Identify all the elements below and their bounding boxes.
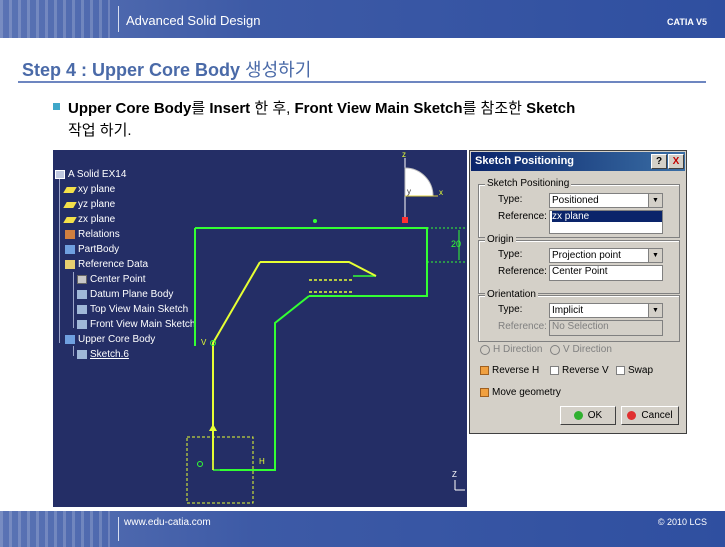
- ok-icon: [573, 411, 583, 420]
- constraint-marker: [197, 461, 203, 467]
- instruction-text: Upper Core Body를 Insert 한 후, Front View …: [68, 98, 708, 142]
- help-button[interactable]: ?: [651, 154, 667, 169]
- origin-reference-field[interactable]: Center Point: [549, 265, 663, 281]
- radio-icon: [550, 344, 560, 355]
- cancel-icon: [627, 411, 637, 420]
- sketch-geometry: [186, 158, 465, 504]
- orientation-reference-label: Reference:: [498, 321, 547, 332]
- header-title: Advanced Solid Design: [126, 13, 261, 28]
- compass-y-label: y: [407, 187, 411, 196]
- sketch-positioning-dialog: Sketch Positioning ? X Sketch Positionin…: [469, 150, 687, 434]
- positioning-reference-label: Reference:: [498, 211, 547, 222]
- axis-v-label: V: [201, 338, 207, 347]
- move-geometry-checkbox[interactable]: Move geometry: [480, 387, 561, 398]
- dimension-label[interactable]: 20: [451, 239, 461, 249]
- checkbox-icon: [480, 366, 489, 375]
- checkbox-icon: [616, 366, 625, 375]
- axis-h-label: H: [259, 457, 265, 466]
- dropdown-arrow-icon: ▼: [648, 194, 662, 207]
- constraint-marker: [313, 219, 317, 223]
- compass-x-label: x: [439, 188, 443, 197]
- step-title: Step 4 : Upper Core Body 생성하기: [22, 56, 311, 82]
- bullet-icon: [53, 103, 60, 110]
- radio-icon: [480, 344, 490, 355]
- footer-pattern: [0, 511, 110, 547]
- catia-viewport[interactable]: A Solid EX14 xy plane yz plane zx plane …: [53, 150, 467, 507]
- instr-part2: 를: [191, 100, 210, 117]
- bottom-axis-z-label: Z: [452, 470, 457, 479]
- checkbox-icon: [550, 366, 559, 375]
- header-brand: CATIA V5: [666, 17, 707, 27]
- reverse-v-checkbox[interactable]: Reverse V: [550, 365, 609, 376]
- origin-type-select[interactable]: Projection point ▼: [549, 248, 663, 263]
- orientation-reference-field[interactable]: No Selection: [549, 320, 663, 336]
- title-underline: [18, 81, 706, 83]
- positioning-group-label: Sketch Positioning: [485, 178, 572, 189]
- footer-bar: www.edu-catia.com © 2010 LCS: [0, 511, 725, 547]
- reverse-h-checkbox[interactable]: Reverse H: [480, 365, 539, 376]
- instr-part7: Sketch: [526, 100, 576, 117]
- footer-divider: [118, 517, 119, 541]
- step-title-prefix: Step 4 : Upper Core Body: [22, 60, 246, 80]
- origin-type-label: Type:: [498, 249, 523, 260]
- v-direction-radio[interactable]: V Direction: [550, 344, 612, 355]
- cancel-button[interactable]: Cancel: [621, 406, 679, 425]
- compass-z-label: z: [402, 150, 406, 159]
- dialog-title: Sketch Positioning: [475, 155, 575, 167]
- orientation-type-label: Type:: [498, 304, 523, 315]
- dropdown-arrow-icon: ▼: [648, 304, 662, 317]
- header-pattern: [0, 0, 110, 38]
- instr-part5: Front View Main Sketch: [294, 100, 463, 117]
- h-direction-radio[interactable]: H Direction: [480, 344, 542, 355]
- instr-part6: 를 참조한: [462, 100, 527, 117]
- positioning-type-label: Type:: [498, 194, 523, 205]
- positioning-type-select[interactable]: Positioned ▼: [549, 193, 663, 208]
- dropdown-arrow-icon: ▼: [648, 249, 662, 262]
- dialog-titlebar[interactable]: Sketch Positioning ? X: [471, 152, 685, 171]
- step-title-suffix: 생성하기: [245, 60, 312, 80]
- footer-site: www.edu-catia.com: [124, 517, 211, 528]
- instr-part3: Insert: [209, 100, 251, 117]
- checkbox-icon: [480, 388, 489, 397]
- orientation-type-select[interactable]: Implicit ▼: [549, 303, 663, 318]
- ok-button[interactable]: OK: [560, 406, 616, 425]
- positioning-reference-field[interactable]: zx plane: [549, 210, 663, 234]
- instr-part4: 한 후,: [250, 100, 295, 117]
- orientation-group-label: Orientation: [485, 289, 538, 300]
- header-bar: Advanced Solid Design CATIA V5: [0, 0, 725, 38]
- footer-copyright: © 2010 LCS: [657, 517, 707, 527]
- instr-line2: 작업 하기.: [68, 122, 132, 139]
- close-button[interactable]: X: [668, 154, 684, 169]
- header-divider: [118, 6, 119, 32]
- origin-group-label: Origin: [485, 234, 516, 245]
- swap-checkbox[interactable]: Swap: [616, 365, 653, 376]
- origin-reference-label: Reference:: [498, 266, 547, 277]
- instr-part1: Upper Core Body: [68, 100, 192, 117]
